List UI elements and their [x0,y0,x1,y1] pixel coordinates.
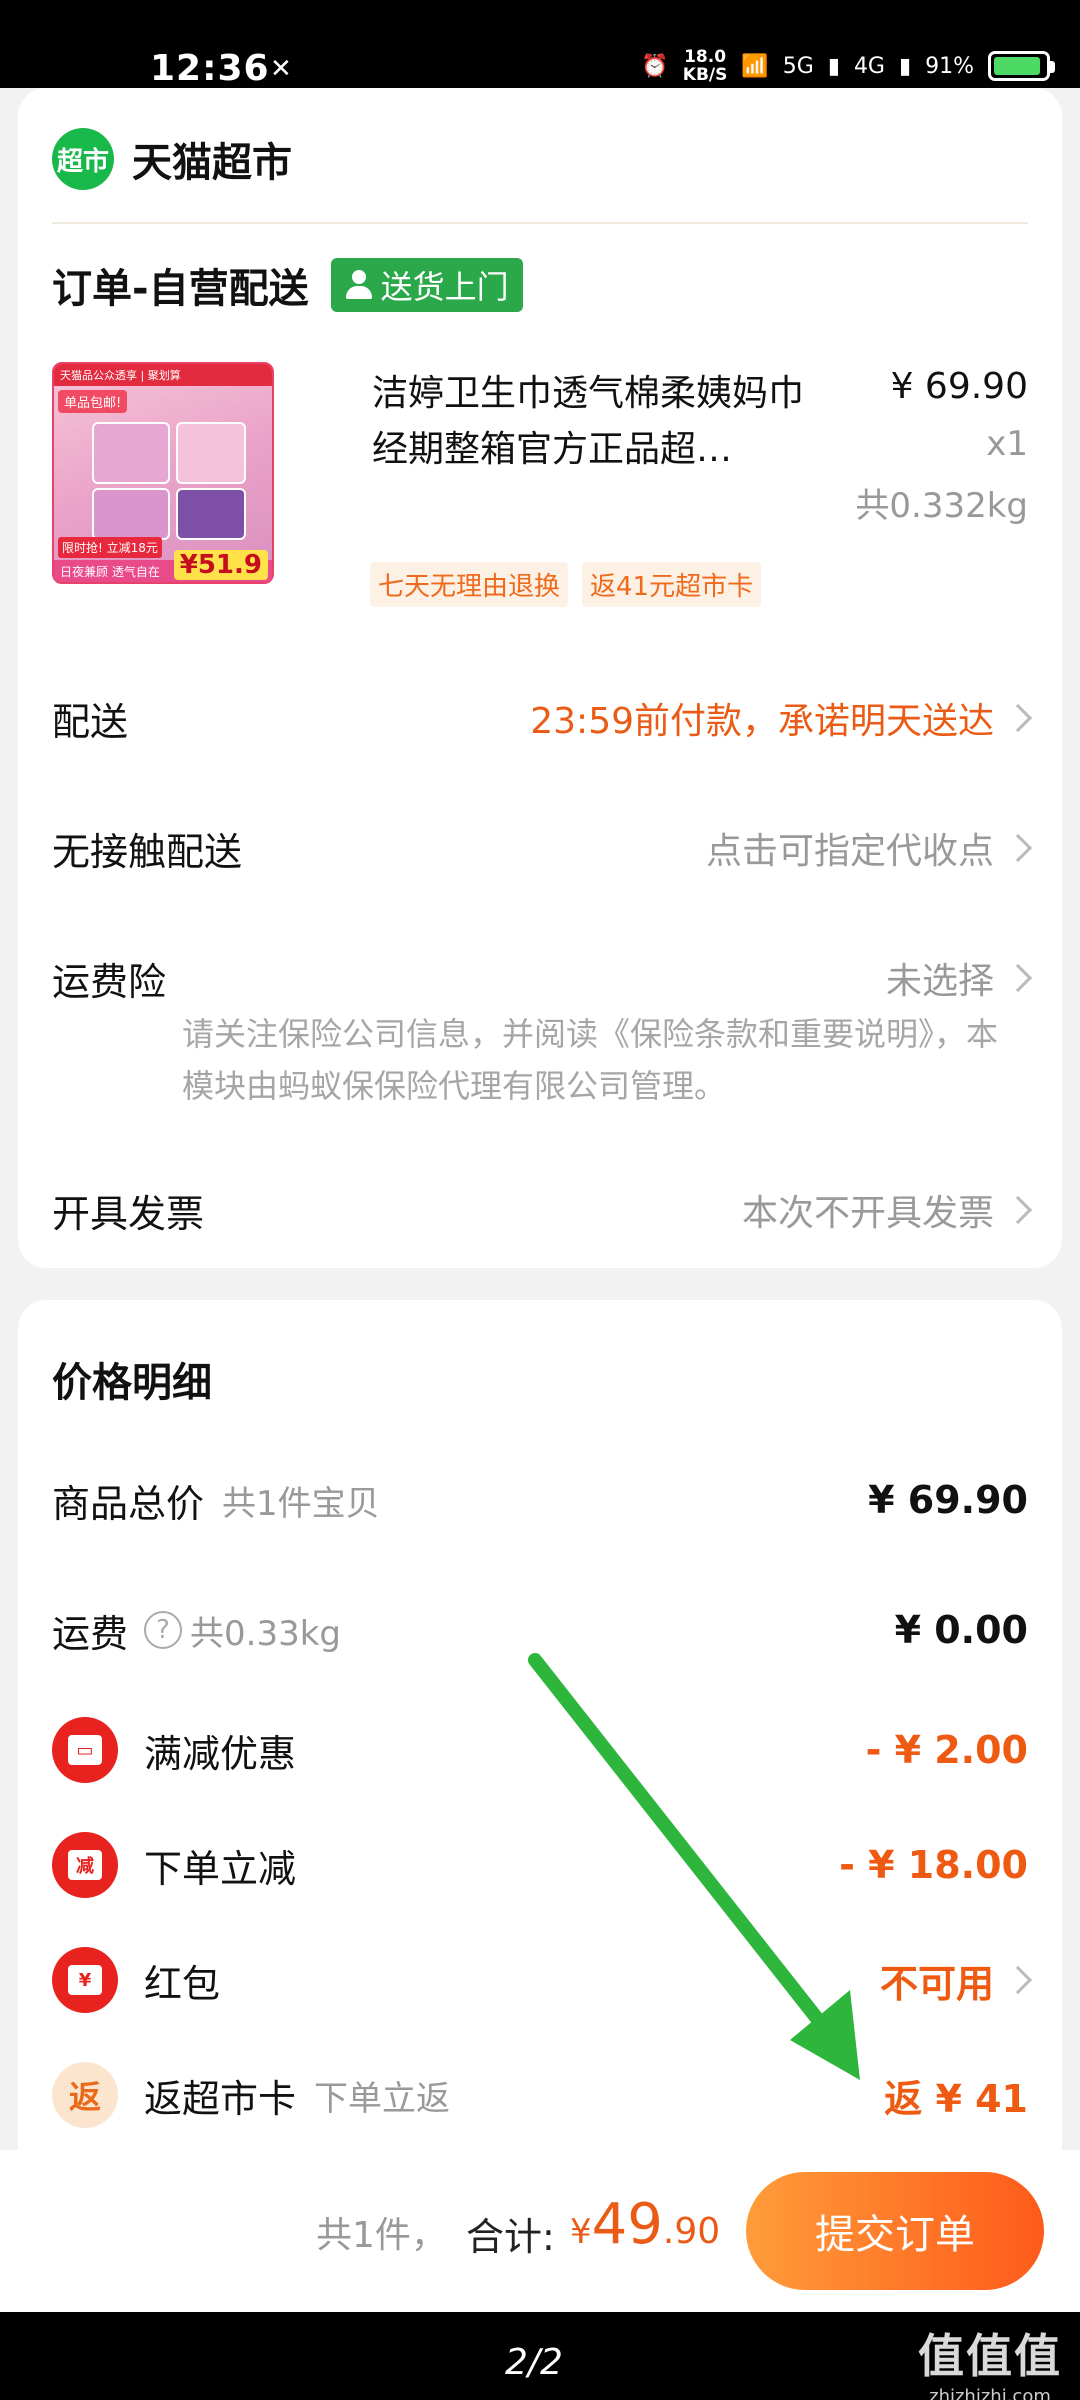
status-bar: 12:36 ✕ ⏰ 18.0 KB/S 📶 5G ▮ 4G ▮ 91% [0,0,1080,89]
signal-bars-icon: ▮ [898,53,912,79]
insurance-label: 运费险 [52,959,167,1004]
contactless-label: 无接触配送 [52,829,243,874]
red-packet-value: 不可用 [879,1961,994,2006]
cashback-icon: 返 [52,2062,118,2128]
delivery-row[interactable]: 配送 23:59前付款，承诺明天送达 [52,678,1033,758]
full-reduction-label: 满减优惠 [144,1731,297,1776]
total-amount: ¥49.90 [570,2192,721,2257]
delivery-label: 配送 [52,699,129,744]
network-speed: 18.0 KB/S [682,47,728,85]
product-weight: 共0.332kg [855,486,1028,526]
supermarket-card-label: 返超市卡 [144,2076,297,2121]
status-time: 12:36 [150,48,270,89]
item-count: 共1件， [316,2215,447,2256]
chevron-right-icon [1003,833,1033,863]
insurance-note: 请关注保险公司信息，并阅读《保险条款和重要说明》，本模块由蚂蚁保保险代理有限公司… [182,1015,999,1105]
package-image [176,488,246,540]
supermarket-card-sub: 下单立返 [314,2078,451,2119]
instant-reduction-value: - ¥ 18.00 [839,1843,1028,1887]
discount-icon: 减 [52,1832,118,1898]
thumb-banner: 天猫品公众透享 | 聚划算 [54,364,272,386]
nav-area: 2/2 值值值 zhizhizhi.com [0,2312,1080,2400]
help-icon[interactable]: ? [144,1611,183,1649]
shipping-insurance-row[interactable]: 运费险 未选择 [52,938,1033,1018]
shop-name: 天猫超市 [132,140,292,186]
contactless-delivery-row[interactable]: 无接触配送 点击可指定代收点 [52,808,1033,888]
product-tags: 七天无理由退换 返41元超市卡 [370,562,762,607]
signal-4g-label: 4G [853,53,885,79]
invoice-label: 开具发票 [52,1191,205,1236]
order-title-text: 订单-自营配送 [52,266,309,312]
coupon-icon: ▭ [52,1717,118,1783]
battery-icon [988,51,1055,81]
shop-header[interactable]: 超市 天猫超市 [52,128,292,190]
product-name[interactable]: 洁婷卫生巾透气棉柔姨妈巾经期整箱官方正品超… [372,366,812,478]
watermark: 值值值 zhizhizhi.com [918,2329,1062,2400]
instant-reduction-label: 下单立减 [144,1846,297,1891]
price-detail-card: 价格明细 商品总价 共1件宝贝 ¥ 69.90 运费? 共0.33kg ¥ 0.00… [18,1300,1062,2150]
shop-logo: 超市 [52,128,114,190]
tag-return-policy: 七天无理由退换 [370,562,569,607]
red-packet-icon: ¥ [52,1947,118,2013]
person-icon [345,270,373,300]
delivery-tag: 送货上门 [330,258,523,312]
tag-cashback-card: 返41元超市卡 [582,562,762,607]
chevron-right-icon [1003,1965,1033,1995]
goods-count: 共1件宝贝 [222,1483,380,1524]
red-packet-label: 红包 [144,1961,221,2006]
signal-5g-label: 5G [782,53,814,79]
page-indicator: 2/2 [505,2342,563,2383]
status-icons: ⏰ 18.0 KB/S 📶 5G ▮ 4G ▮ 91% [641,47,1055,85]
shipping-fee-label: 运费 [52,1611,129,1656]
battery-percent: 91% [925,53,974,79]
product-price: ¥ 69.90 [890,366,1028,407]
chevron-right-icon [1003,703,1033,733]
contactless-value: 点击可指定代收点 [705,831,994,872]
shipping-weight: 共0.33kg [190,1613,341,1654]
shipping-fee-value: ¥ 0.00 [894,1608,1028,1652]
submit-order-button[interactable]: 提交订单 [746,2172,1044,2290]
insurance-value: 未选择 [885,961,994,1002]
full-reduction-value: - ¥ 2.00 [865,1728,1028,1772]
order-title: 订单-自营配送 送货上门 [52,256,523,314]
package-image [92,488,170,540]
red-packet-row[interactable]: ¥ 红包 不可用 [52,1940,1033,2020]
full-reduction-row: ▭ 满减优惠 - ¥ 2.00 [52,1710,1028,1790]
signal-bars-icon: ▮ [827,53,840,79]
notification-icon: ✕ [270,54,292,84]
package-image [92,422,170,484]
order-content[interactable]: 超市 天猫超市 订单-自营配送 送货上门 天猫品公众透享 | 聚划算 单品包邮!… [0,88,1080,2150]
goods-total-row: 商品总价 共1件宝贝 ¥ 69.90 [52,1460,1028,1540]
invoice-row[interactable]: 开具发票 本次不开具发票 [52,1170,1033,1250]
thumb-promo-label: 限时抢! 立减18元 [58,537,162,558]
chevron-right-icon [1003,963,1033,993]
supermarket-card-row: 返返超市卡 下单立返 返 ¥ 41 [52,2055,1028,2135]
delivery-value: 23:59前付款，承诺明天送达 [530,701,994,742]
divider [52,222,1028,224]
thumb-price: ¥51.9 [173,550,268,580]
total-label: 合计: [466,2215,555,2259]
order-card: 超市 天猫超市 订单-自营配送 送货上门 天猫品公众透享 | 聚划算 单品包邮!… [18,88,1062,1268]
invoice-value: 本次不开具发票 [741,1193,994,1234]
shipping-fee-row: 运费? 共0.33kg ¥ 0.00 [52,1590,1028,1670]
product-item[interactable]: 天猫品公众透享 | 聚划算 单品包邮! 限时抢! 立减18元 日夜兼顾 透气自在… [52,362,1028,622]
checkout-bar: 共1件， 合计: ¥49.90 提交订单 [0,2150,1080,2312]
alarm-icon: ⏰ [641,53,669,79]
price-detail-title: 价格明细 [52,1360,212,1406]
goods-total-label: 商品总价 [52,1481,205,1526]
supermarket-card-value: 返 ¥ 41 [884,2076,1028,2121]
instant-reduction-row: 减下单立减 - ¥ 18.00 [52,1825,1028,1905]
product-quantity: x1 [986,424,1028,464]
chevron-right-icon [1003,1195,1033,1225]
product-thumbnail[interactable]: 天猫品公众透享 | 聚划算 单品包邮! 限时抢! 立减18元 日夜兼顾 透气自在… [52,362,274,584]
wifi-icon: 📶 [741,53,769,79]
thumb-badge: 单品包邮! [58,390,128,413]
package-image [176,422,246,484]
goods-total-value: ¥ 69.90 [868,1478,1028,1522]
